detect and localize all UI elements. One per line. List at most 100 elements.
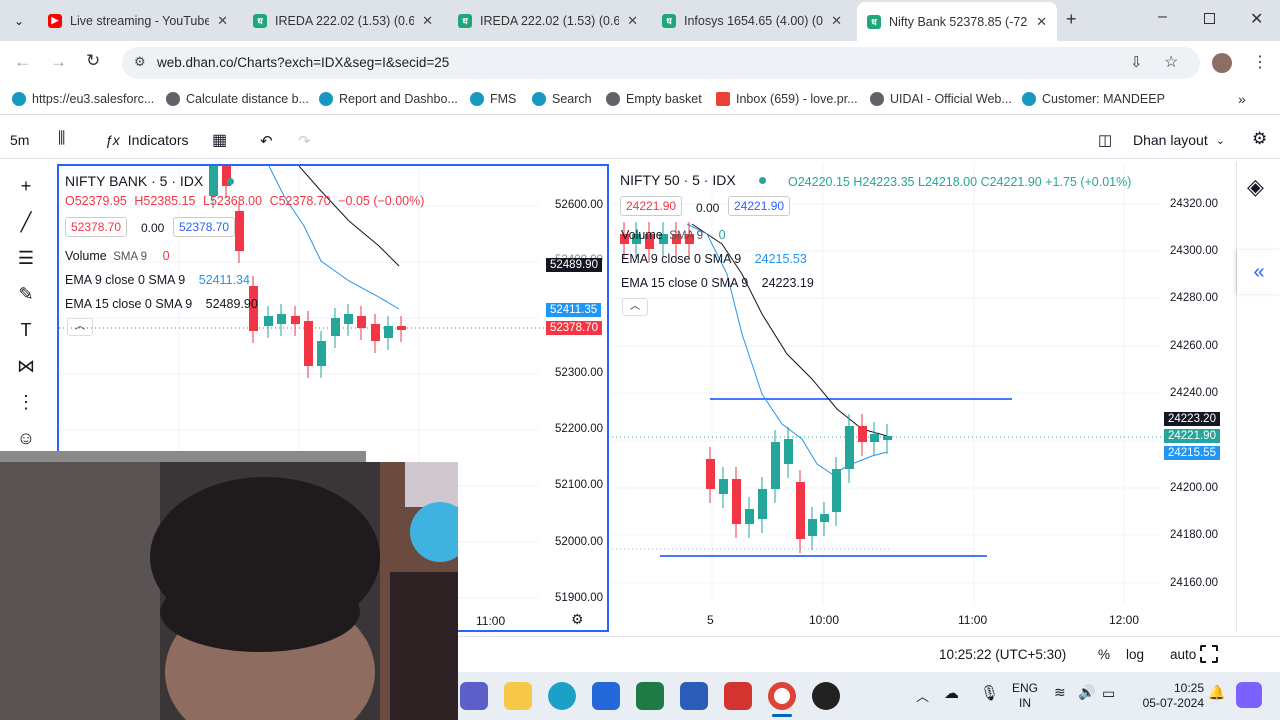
clock-readout[interactable]: 10:25:22 (UTC+5:30) xyxy=(939,647,1066,662)
volume-params: SMA 9 xyxy=(113,251,148,263)
buy-price-box[interactable]: 52378.70 xyxy=(173,217,236,237)
candle-body xyxy=(796,482,805,539)
candle-body xyxy=(808,519,817,536)
teams-icon[interactable] xyxy=(460,682,488,710)
collapse-legend-button[interactable]: ︿ xyxy=(67,318,93,336)
bookmark-label: Empty basket xyxy=(626,92,702,106)
close-tab-icon[interactable]: ✕ xyxy=(1036,14,1047,30)
store-icon[interactable] xyxy=(592,682,620,710)
measure-icon[interactable]: ⋮ xyxy=(13,389,39,415)
auto-toggle[interactable]: auto xyxy=(1170,647,1196,662)
excel-icon[interactable] xyxy=(636,682,664,710)
bookmark-star-icon[interactable]: ☆ xyxy=(1164,52,1178,72)
candle-body xyxy=(209,166,218,196)
profile-avatar[interactable] xyxy=(1212,53,1232,73)
layout-grid-icon[interactable]: ▦ xyxy=(212,130,227,150)
layers-icon[interactable]: ◈ xyxy=(1247,174,1264,200)
cloud-sync-icon[interactable]: ☁ xyxy=(944,684,959,702)
new-tab-button[interactable]: + xyxy=(1066,9,1077,30)
volume-icon[interactable]: 🔊 xyxy=(1078,684,1095,701)
tab-infosys[interactable]: ध Infosys 1654.65 (4.00) (0. ✕ xyxy=(652,0,852,41)
layout-dropdown[interactable]: Dhan layout ⌄ xyxy=(1133,132,1225,148)
tab-youtube[interactable]: ▶ Live streaming - YouTube ✕ xyxy=(38,0,238,41)
kebab-menu-icon[interactable]: ⋮ xyxy=(1252,52,1268,72)
chevron-up-icon[interactable]: ︿ xyxy=(916,686,929,705)
tab-search-button[interactable]: ⌄ xyxy=(8,10,30,32)
system-clock[interactable]: 10:25 05-07-2024 xyxy=(1126,681,1204,711)
windows-taskbar: ︿ ☁ 🎙 ENG IN ≋ 🔊 ▭ 10:25 05-07-2024 🔔 xyxy=(458,672,1280,720)
chart-settings-icon[interactable]: ⚙ xyxy=(571,611,584,628)
tab-ireda-1[interactable]: ध IREDA 222.02 (1.53) (0.69 ✕ xyxy=(243,0,443,41)
word-icon[interactable] xyxy=(680,682,708,710)
bookmark-item[interactable]: https://eu3.salesforc... xyxy=(12,92,154,106)
file-explorer-icon[interactable] xyxy=(504,682,532,710)
text-tool-icon[interactable]: T xyxy=(13,317,39,343)
bookmark-item[interactable]: Empty basket xyxy=(606,92,702,106)
install-app-icon[interactable]: ⇩ xyxy=(1130,53,1143,71)
redo-icon[interactable]: ↷ xyxy=(298,132,311,150)
wifi-icon[interactable]: ≋ xyxy=(1054,684,1066,701)
indicators-button[interactable]: ƒx Indicators xyxy=(105,132,189,148)
pattern-icon[interactable]: ⋈ xyxy=(13,353,39,379)
bookmark-item[interactable]: FMS xyxy=(470,92,516,106)
bookmark-item[interactable]: Report and Dashbo... xyxy=(319,92,458,106)
close-tab-icon[interactable]: ✕ xyxy=(627,13,638,29)
collapse-legend-button[interactable]: ︿ xyxy=(622,298,648,316)
cloud-icon xyxy=(532,92,546,106)
sell-price-box[interactable]: 52378.70 xyxy=(65,217,128,237)
undo-icon[interactable]: ↶ xyxy=(260,132,273,150)
ema9-line xyxy=(268,166,400,310)
close-tab-icon[interactable]: ✕ xyxy=(831,13,842,29)
close-window-button[interactable]: ✕ xyxy=(1250,9,1263,29)
brush-icon[interactable]: ✎ xyxy=(13,281,39,307)
address-bar[interactable]: ⚙ web.dhan.co/Charts?exch=IDX&seg=I&seci… xyxy=(122,47,1200,79)
chrome-icon[interactable] xyxy=(768,682,796,710)
forward-icon[interactable]: → xyxy=(50,52,67,72)
obs-icon[interactable] xyxy=(812,682,840,710)
crosshair-icon[interactable]: + xyxy=(13,173,39,199)
layout-panels-icon[interactable]: ◫ xyxy=(1098,131,1112,149)
back-icon[interactable]: ← xyxy=(14,52,31,72)
more-bookmarks-icon[interactable]: » xyxy=(1238,91,1246,107)
fib-lines-icon[interactable]: ☰ xyxy=(13,245,39,271)
bookmark-item[interactable]: UIDAI - Official Web... xyxy=(870,92,1012,106)
sell-price-box[interactable]: 24221.90 xyxy=(620,196,683,216)
tab-nifty-bank[interactable]: ध Nifty Bank 52378.85 (-72. ✕ xyxy=(857,2,1057,41)
candle-body xyxy=(384,326,393,338)
emoji-icon[interactable]: ☺ xyxy=(13,425,39,451)
interval-selector[interactable]: 5m xyxy=(10,132,29,148)
dhan-icon: ध xyxy=(867,14,881,29)
bookmark-item[interactable]: Search xyxy=(532,92,592,106)
fullscreen-icon[interactable] xyxy=(1200,645,1218,663)
chart-pane-nifty-50[interactable]: NIFTY 50 · 5 · IDX O24220.15 H24223.35 L… xyxy=(612,164,1230,634)
trend-line-icon[interactable]: ╱ xyxy=(13,209,39,235)
candle-type-icon[interactable]: ⫼ xyxy=(58,130,65,148)
minimize-button[interactable]: – xyxy=(1158,8,1167,26)
tab-ireda-2[interactable]: ध IREDA 222.02 (1.53) (0.69 ✕ xyxy=(448,0,648,41)
bookmark-item[interactable]: Calculate distance b... xyxy=(166,92,309,106)
price-tick: 52100.00 xyxy=(555,479,603,491)
copilot-icon[interactable] xyxy=(1236,682,1262,708)
cloud-icon xyxy=(319,92,333,106)
reload-icon[interactable]: ↻ xyxy=(86,51,100,71)
youtube-icon: ▶ xyxy=(48,13,62,28)
language-indicator[interactable]: ENG IN xyxy=(1012,681,1038,711)
buy-price-box[interactable]: 24221.90 xyxy=(728,196,791,216)
notification-bell-icon[interactable]: 🔔 xyxy=(1208,684,1225,701)
log-toggle[interactable]: log xyxy=(1126,647,1144,662)
acrobat-icon[interactable] xyxy=(724,682,752,710)
bookmark-item[interactable]: Inbox (659) - love.pr... xyxy=(716,92,858,106)
close-tab-icon[interactable]: ✕ xyxy=(422,13,433,29)
bookmark-item[interactable]: Customer: MANDEEP xyxy=(1022,92,1165,106)
ema15-label: EMA 15 close 0 SMA 9 xyxy=(621,276,749,290)
close-tab-icon[interactable]: ✕ xyxy=(217,13,228,29)
battery-icon[interactable]: ▭ xyxy=(1102,685,1115,702)
expand-panel-icon[interactable]: « xyxy=(1237,250,1280,294)
edge-icon[interactable] xyxy=(548,682,576,710)
restore-button[interactable] xyxy=(1204,13,1215,24)
site-info-icon[interactable]: ⚙ xyxy=(134,54,146,70)
microphone-icon[interactable]: 🎙 xyxy=(980,684,999,702)
percent-toggle[interactable]: % xyxy=(1098,647,1110,662)
browser-toolbar: ← → ↻ ⚙ web.dhan.co/Charts?exch=IDX&seg=… xyxy=(0,41,1280,85)
settings-gear-icon[interactable]: ⚙ xyxy=(1252,129,1267,149)
